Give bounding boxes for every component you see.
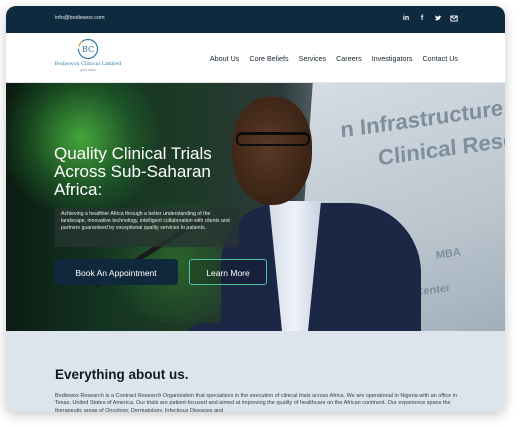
facebook-icon[interactable]: f [418,14,426,23]
main-navigation: About Us Core Beliefs Services Careers I… [210,54,458,63]
screen-text: MBA [435,246,462,262]
nav-services[interactable]: Services [299,54,327,63]
logo-mark: BC [77,38,99,60]
twitter-icon[interactable] [434,14,442,23]
email-link[interactable]: info@bodiewox.com [55,15,105,21]
mail-icon[interactable] [450,14,458,23]
speaker-hand [186,323,246,331]
hero-section: n Infrastructure to P Clinical Resea MBA… [6,83,505,331]
about-body: Bodiewox Research is a Contract Research… [55,393,458,412]
company-logo[interactable]: BC Bodiewox Clinical Limited gold class [48,38,128,80]
logo-brand-name: Bodiewox Clinical Limited [54,61,122,67]
hero-title: Quality Clinical Trials Across Sub-Sahar… [54,144,212,199]
about-section: Everything about us. Bodiewox Research i… [6,331,505,412]
learn-more-button[interactable]: Learn More [189,259,267,285]
nav-careers[interactable]: Careers [336,54,362,63]
speaker-glasses [236,132,310,146]
nav-contact-us[interactable]: Contact Us [422,54,458,63]
social-links: in f [402,14,458,23]
about-heading: Everything about us. [55,367,189,382]
linkedin-icon[interactable]: in [402,14,410,23]
nav-investigators[interactable]: Investigators [372,54,413,63]
book-appointment-button[interactable]: Book An Appointment [54,259,178,285]
svg-text:BC: BC [82,45,94,54]
logo-tagline: gold class [80,68,96,72]
nav-about-us[interactable]: About Us [210,54,240,63]
site-header: BC Bodiewox Clinical Limited gold class … [6,33,505,83]
top-contact-bar: info@bodiewox.com in f [6,6,505,33]
browser-frame: info@bodiewox.com in f BC Bodiewox Clini… [6,6,505,412]
nav-core-beliefs[interactable]: Core Beliefs [249,54,288,63]
hero-description: Achieving a healthier Africa through a b… [55,208,239,247]
